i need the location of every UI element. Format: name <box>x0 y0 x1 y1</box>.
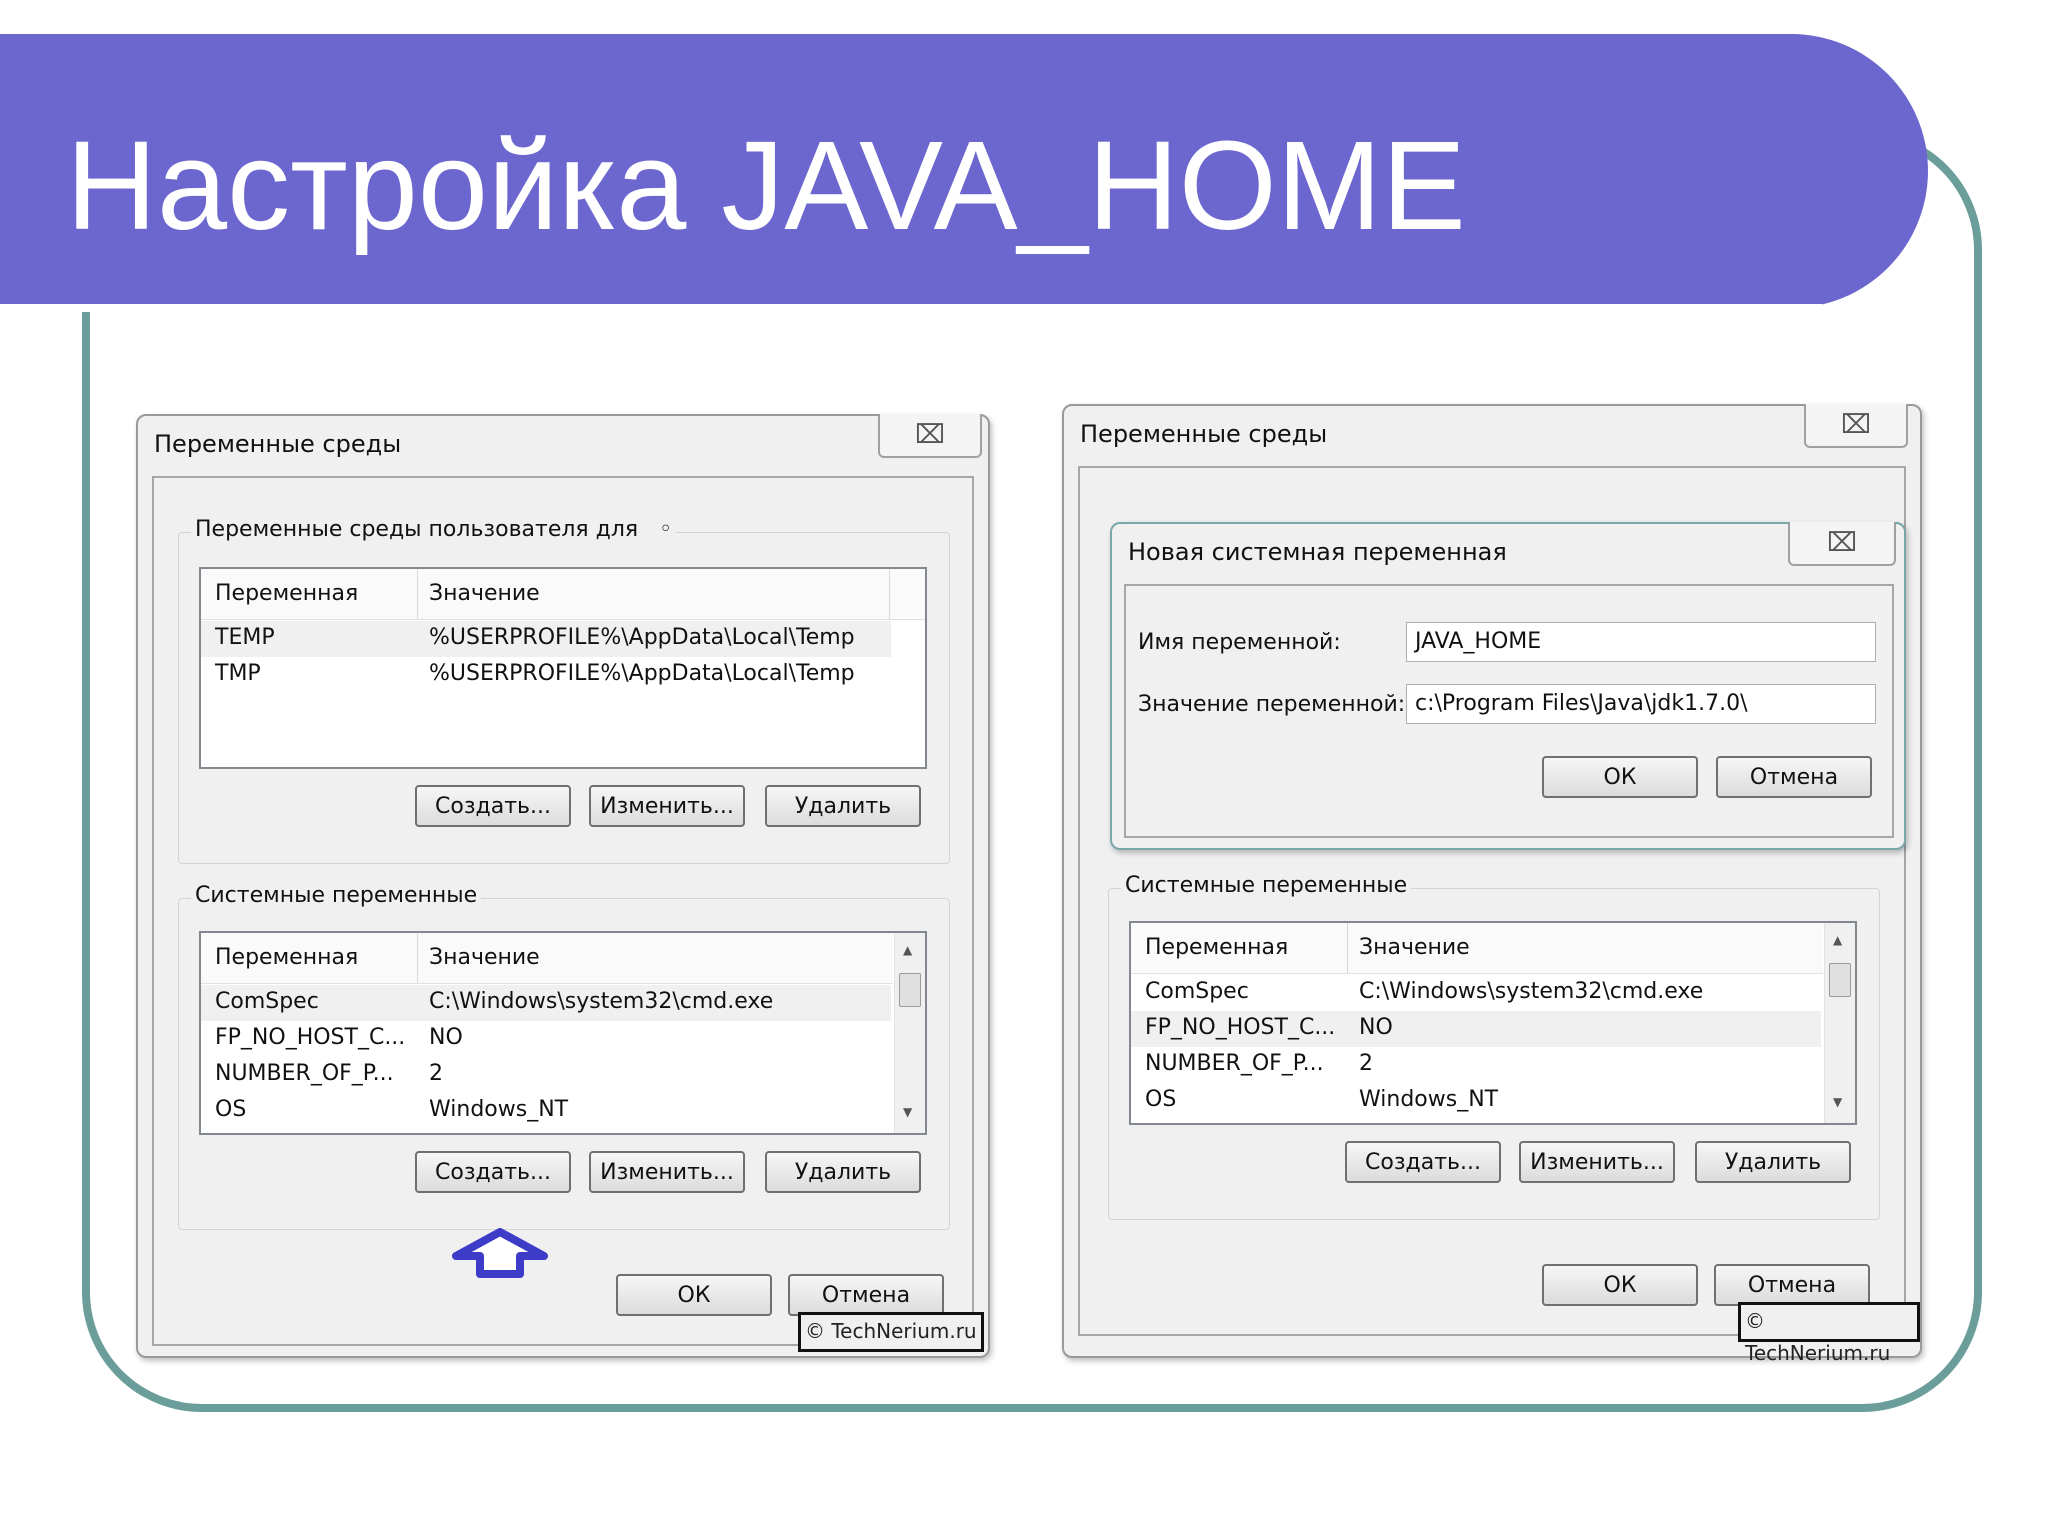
list-header: Переменная Значение <box>201 569 925 620</box>
scroll-down-icon[interactable]: ▼ <box>1833 1095 1842 1109</box>
col-header-value[interactable]: Значение <box>429 945 540 970</box>
banner-divider <box>0 304 1822 312</box>
slide-title: Настройка JAVA_HOME <box>66 115 1466 256</box>
list-row[interactable]: TMP %USERPROFILE%\AppData\Local\Temp <box>201 657 891 693</box>
scroll-up-icon[interactable]: ▲ <box>903 943 912 957</box>
scroll-thumb[interactable] <box>1829 963 1851 997</box>
list-row[interactable]: NUMBER_OF_P... 2 <box>201 1057 891 1093</box>
list-row[interactable]: OS Windows_NT <box>201 1093 891 1129</box>
scroll-down-icon[interactable]: ▼ <box>903 1105 912 1119</box>
dialog-body: Имя переменной: JAVA_HOME Значение перем… <box>1124 584 1894 838</box>
variable-value-field[interactable]: c:\Program Files\Java\jdk1.7.0\ <box>1406 684 1876 724</box>
new-system-variable-dialog: Новая системная переменная ⌧ Имя перемен… <box>1110 522 1906 850</box>
delete-button[interactable]: Удалить <box>765 1151 921 1193</box>
col-header-value[interactable]: Значение <box>429 581 540 606</box>
create-button[interactable]: Создать... <box>415 785 571 827</box>
value-label: Значение переменной: <box>1138 692 1406 717</box>
cancel-button[interactable]: Отмена <box>1714 1264 1870 1306</box>
close-icon: ⌧ <box>915 420 945 450</box>
edit-button[interactable]: Изменить... <box>589 1151 745 1193</box>
title-banner: Настройка JAVA_HOME <box>0 34 1928 312</box>
col-header-name[interactable]: Переменная <box>215 945 358 970</box>
list-row[interactable]: NUMBER_OF_P... 2 <box>1131 1047 1821 1083</box>
col-header-name[interactable]: Переменная <box>215 581 358 606</box>
create-button[interactable]: Создать... <box>1345 1141 1501 1183</box>
edit-button[interactable]: Изменить... <box>589 785 745 827</box>
list-row[interactable]: OS Windows_NT <box>1131 1083 1821 1119</box>
close-button[interactable]: ⌧ <box>878 414 982 458</box>
env-vars-dialog-left: Переменные среды ⌧ Переменные среды поль… <box>136 414 990 1358</box>
name-label: Имя переменной: <box>1138 630 1341 655</box>
close-button[interactable]: ⌧ <box>1788 522 1896 566</box>
watermark: © TechNerium.ru <box>1738 1302 1920 1365</box>
col-header-name[interactable]: Переменная <box>1145 935 1288 960</box>
env-vars-dialog-right: Переменные среды ⌧ Системные переменные … <box>1062 404 1922 1365</box>
system-vars-group: Системные переменные Переменная Значение… <box>1108 873 1880 1220</box>
system-vars-label: Системные переменные <box>1121 873 1412 898</box>
vertical-scrollbar[interactable]: ▲ ▼ <box>894 933 925 1133</box>
dialog-title: Переменные среды <box>1080 420 1328 448</box>
user-icon: ◦ <box>659 517 673 542</box>
dialog-title: Переменные среды <box>154 430 402 458</box>
system-vars-list[interactable]: Переменная Значение ComSpec C:\Windows\s… <box>1129 921 1857 1125</box>
list-row[interactable]: FP_NO_HOST_C... NO <box>1131 1011 1821 1047</box>
variable-name-field[interactable]: JAVA_HOME <box>1406 622 1876 662</box>
list-row[interactable]: ComSpec C:\Windows\system32\cmd.exe <box>1131 975 1821 1011</box>
close-button[interactable]: ⌧ <box>1804 404 1908 448</box>
ok-button[interactable]: ОК <box>616 1274 772 1316</box>
create-button[interactable]: Создать... <box>415 1151 571 1193</box>
dialog-body: Переменные среды пользователя для ◦ Пере… <box>152 476 974 1346</box>
close-icon: ⌧ <box>1841 410 1871 440</box>
list-header: Переменная Значение <box>201 933 893 984</box>
system-vars-list[interactable]: Переменная Значение ComSpec C:\Windows\s… <box>199 931 927 1135</box>
vertical-scrollbar[interactable]: ▲ ▼ <box>1824 923 1855 1123</box>
ok-button[interactable]: ОК <box>1542 1264 1698 1306</box>
dialog-title: Новая системная переменная <box>1128 538 1507 566</box>
list-header: Переменная Значение <box>1131 923 1823 974</box>
delete-button[interactable]: Удалить <box>1695 1141 1851 1183</box>
col-header-value[interactable]: Значение <box>1359 935 1470 960</box>
edit-button[interactable]: Изменить... <box>1519 1141 1675 1183</box>
user-vars-label: Переменные среды пользователя для ◦ <box>191 517 677 542</box>
user-vars-group: Переменные среды пользователя для ◦ Пере… <box>178 517 950 864</box>
watermark: © TechNerium.ru <box>798 1312 984 1352</box>
ok-button[interactable]: ОК <box>1542 756 1698 798</box>
cancel-button[interactable]: Отмена <box>1716 756 1872 798</box>
up-arrow-icon <box>452 1228 548 1278</box>
scroll-thumb[interactable] <box>899 973 921 1007</box>
system-vars-label: Системные переменные <box>191 883 482 908</box>
system-vars-group: Системные переменные Переменная Значение… <box>178 883 950 1230</box>
delete-button[interactable]: Удалить <box>765 785 921 827</box>
close-icon: ⌧ <box>1827 528 1857 558</box>
list-row[interactable]: FP_NO_HOST_C... NO <box>201 1021 891 1057</box>
user-vars-list[interactable]: Переменная Значение TEMP %USERPROFILE%\A… <box>199 567 927 769</box>
list-row[interactable]: TEMP %USERPROFILE%\AppData\Local\Temp <box>201 621 891 657</box>
cancel-button[interactable]: Отмена <box>788 1274 944 1316</box>
scroll-up-icon[interactable]: ▲ <box>1833 933 1842 947</box>
list-row[interactable]: ComSpec C:\Windows\system32\cmd.exe <box>201 985 891 1021</box>
